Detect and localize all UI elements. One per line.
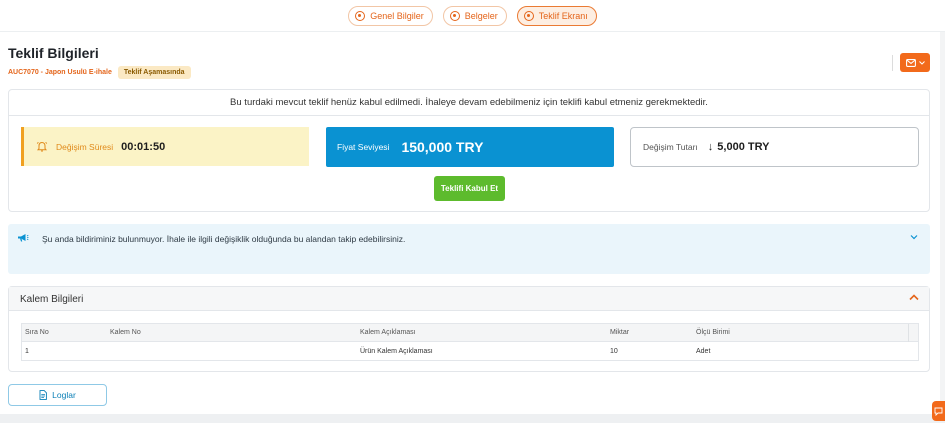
items-card: Kalem Bilgileri Sıra No Kalem No Kalem A… — [8, 286, 930, 372]
megaphone-icon — [18, 234, 29, 242]
column-header[interactable]: Miktar — [610, 329, 629, 336]
price-label: Fiyat Seviyesi — [337, 142, 390, 152]
document-icon — [39, 390, 48, 400]
auction-code: AUC7070 - Japon Usulü E-ihale — [8, 69, 112, 76]
logs-button-label: Loglar — [52, 390, 76, 400]
auction-meta: AUC7070 - Japon Usulü E-ihale Teklif Aşa… — [8, 66, 191, 79]
status-badge: Teklif Aşamasında — [117, 66, 191, 79]
price-level-box: Fiyat Seviyesi 150,000 TRY — [326, 127, 614, 167]
radio-dot-icon — [355, 10, 366, 21]
column-header[interactable]: Kalem No — [110, 329, 141, 336]
items-card-header[interactable]: Kalem Bilgileri — [9, 287, 929, 311]
table-cell: Adet — [696, 348, 711, 355]
chevron-up-icon[interactable] — [909, 294, 919, 301]
items-title: Kalem Bilgileri — [20, 294, 84, 305]
step-teklif-ekrani[interactable]: Teklif Ekranı — [516, 5, 597, 26]
page-title: Teklif Bilgileri — [8, 45, 99, 61]
mail-dropdown-button[interactable] — [900, 53, 930, 72]
change-label: Değişim Tutarı — [643, 142, 698, 152]
notification-text: Şu anda bildiriminiz bulunmuyor. İhale i… — [42, 234, 406, 244]
table-cell: 10 — [610, 348, 618, 355]
step-navigation: Genel Bilgiler Belgeler Teklif Ekranı — [0, 0, 945, 32]
radio-dot-icon — [449, 10, 460, 21]
chevron-down-icon — [918, 60, 925, 65]
step-belgeler[interactable]: Belgeler — [442, 5, 507, 26]
change-amount-box: Değişim Tutarı ↓ 5,000 TRY — [630, 127, 919, 167]
table-cell: Ürün Kalem Açıklaması — [360, 348, 433, 355]
chat-icon — [934, 407, 943, 416]
logs-button[interactable]: Loglar — [8, 384, 107, 406]
offer-notice: Bu turdaki mevcut teklif henüz kabul edi… — [9, 90, 929, 116]
mail-icon — [905, 58, 916, 67]
accept-offer-button[interactable]: Teklifi Kabul Et — [434, 176, 505, 201]
change-timer-box: Değişim Süresi 00:01:50 — [21, 127, 309, 166]
items-table: Sıra No Kalem No Kalem Açıklaması Miktar… — [21, 323, 919, 361]
table-header-row: Sıra No Kalem No Kalem Açıklaması Miktar… — [22, 324, 918, 342]
page-scrollbar[interactable] — [940, 32, 945, 412]
timer-label: Değişim Süresi — [56, 141, 114, 152]
column-header[interactable]: Kalem Açıklaması — [360, 329, 416, 336]
table-row[interactable]: 1 Ürün Kalem Açıklaması 10 Adet — [22, 343, 918, 361]
chevron-down-icon[interactable] — [910, 234, 918, 240]
offer-card: Bu turdaki mevcut teklif henüz kabul edi… — [8, 89, 930, 212]
step-label: Teklif Ekranı — [538, 10, 588, 21]
notification-panel: Şu anda bildiriminiz bulunmuyor. İhale i… — [8, 224, 930, 274]
header-divider — [892, 55, 893, 71]
column-divider — [908, 324, 909, 342]
step-label: Belgeler — [464, 10, 498, 21]
step-genel-bilgiler[interactable]: Genel Bilgiler — [348, 5, 433, 26]
price-value: 150,000 TRY — [401, 139, 484, 155]
chat-button[interactable] — [932, 401, 945, 421]
table-cell: 1 — [25, 348, 29, 355]
bottom-bar — [0, 414, 945, 423]
column-header[interactable]: Ölçü Birimi — [696, 329, 730, 336]
radio-dot-icon — [523, 10, 534, 21]
change-value: 5,000 TRY — [717, 141, 770, 153]
step-label: Genel Bilgiler — [370, 10, 424, 21]
column-header[interactable]: Sıra No — [25, 329, 49, 336]
alarm-icon — [36, 141, 48, 151]
timer-value: 00:01:50 — [121, 140, 166, 153]
page-root: Genel Bilgiler Belgeler Teklif Ekranı Te… — [0, 0, 945, 423]
arrow-down-icon: ↓ — [707, 141, 714, 153]
